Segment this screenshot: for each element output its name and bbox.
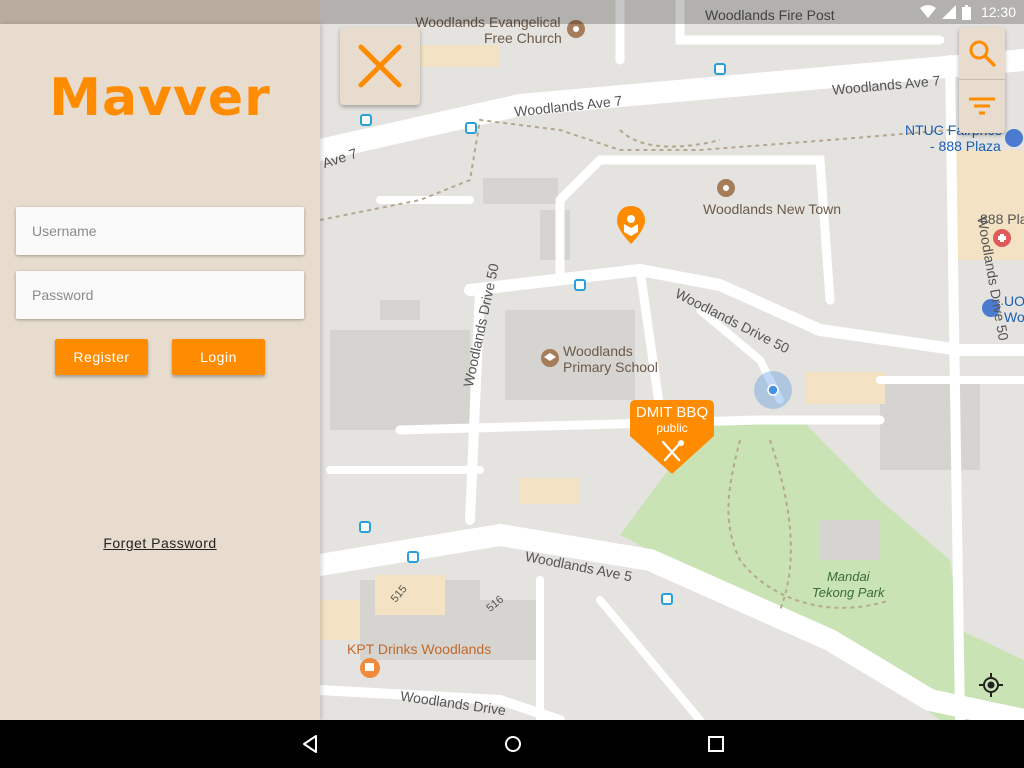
school-label: Woodlands Primary School: [563, 343, 658, 375]
map-tools: [959, 27, 1005, 133]
uo-label: UO Wo: [1004, 293, 1024, 325]
recent-apps-icon: [708, 736, 724, 752]
login-button[interactable]: Login: [172, 339, 265, 375]
school-label-line2: Primary School: [563, 359, 658, 375]
status-bar: 12:30: [0, 0, 1024, 24]
status-icons: 12:30: [919, 3, 1016, 21]
school-label-line1: Woodlands: [563, 343, 633, 359]
back-button[interactable]: [298, 732, 322, 756]
new-town-label: Woodlands New Town: [703, 201, 842, 217]
dmit-bbq-marker[interactable]: DMIT BBQ public: [630, 400, 714, 474]
uo-label-line2: Wo: [1004, 309, 1024, 325]
home-button[interactable]: [501, 732, 525, 756]
marker-title: DMIT BBQ: [635, 404, 709, 421]
search-icon: [969, 40, 996, 67]
uo-label-line1: UO: [1004, 293, 1024, 309]
signal-icon: [941, 5, 956, 19]
home-icon: [505, 736, 521, 752]
my-location-icon: [979, 673, 1003, 697]
ntuc-label-line2: - 888 Plaza: [930, 138, 1001, 154]
marker-subtitle: public: [656, 421, 688, 435]
register-button[interactable]: Register: [55, 339, 148, 375]
my-location-button[interactable]: [978, 672, 1004, 698]
login-panel: Mavver Register Login Forget Password: [0, 24, 320, 720]
search-button[interactable]: [959, 27, 1005, 79]
filter-button[interactable]: [959, 80, 1005, 132]
filter-icon: [969, 97, 995, 115]
church-label-line2: Free Church: [484, 30, 562, 46]
battery-icon: [961, 4, 971, 20]
close-button[interactable]: [340, 27, 420, 105]
back-icon: [303, 735, 317, 753]
park-label-line2: Tekong Park: [812, 585, 885, 600]
park-label-line1: Mandai: [826, 569, 870, 584]
recent-apps-button[interactable]: [704, 732, 728, 756]
app-logo: Mavver: [49, 68, 271, 128]
navigation-bar: [0, 720, 1024, 768]
status-bar-left: [0, 0, 320, 24]
kpt-label: KPT Drinks Woodlands: [347, 641, 492, 657]
wifi-icon: [919, 5, 936, 18]
park-label: Mandai Tekong Park: [812, 569, 885, 601]
password-field[interactable]: [16, 271, 304, 319]
forget-password-link[interactable]: Forget Password: [0, 535, 320, 551]
status-clock: 12:30: [980, 4, 1016, 20]
username-field[interactable]: [16, 207, 304, 255]
close-icon: [358, 44, 402, 88]
